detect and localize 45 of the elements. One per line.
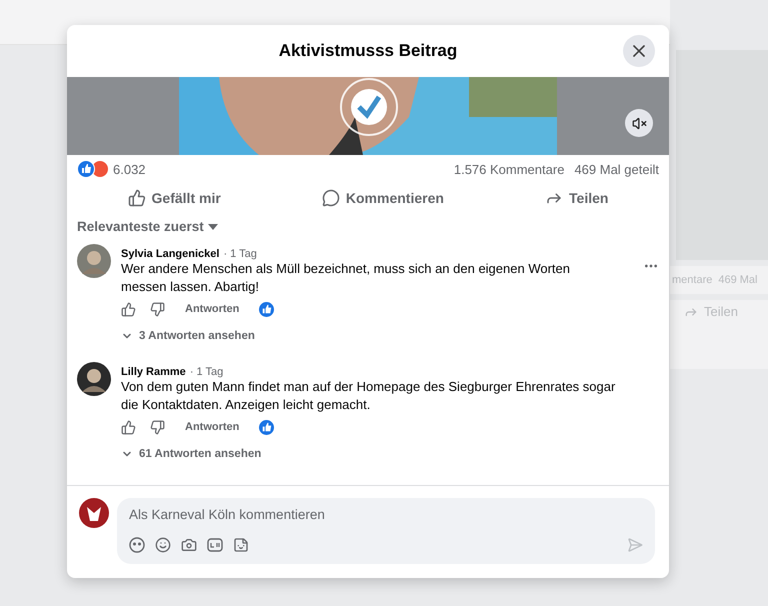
- reply-link[interactable]: Antworten: [179, 421, 246, 433]
- emoji-icon[interactable]: [155, 537, 171, 553]
- reply-link[interactable]: Antworten: [179, 303, 246, 315]
- thumbs-down-icon[interactable]: [150, 302, 165, 316]
- thumbs-up-icon: [128, 189, 146, 207]
- comment-count-text: mentare: [672, 274, 712, 286]
- thumbs-up-icon[interactable]: [121, 302, 136, 316]
- camera-icon[interactable]: [181, 537, 197, 553]
- sort-dropdown[interactable]: Relevanteste zuerst: [77, 213, 218, 240]
- post-action-button[interactable]: Teilen: [535, 185, 618, 211]
- mute-button[interactable]: [625, 109, 653, 137]
- user-avatar: [77, 362, 111, 396]
- thumbs-down-icon[interactable]: [150, 420, 165, 434]
- comment-time: · 1 Tag: [223, 248, 257, 260]
- page-avatar: [79, 498, 109, 528]
- comment-time: · 1 Tag: [190, 366, 224, 378]
- speech-bubble-icon: [322, 189, 340, 207]
- muted-speaker-icon: [632, 116, 646, 130]
- caret-icon: [208, 224, 218, 230]
- like-reaction-icon: [259, 302, 274, 316]
- thumbs-up-icon[interactable]: [121, 420, 136, 434]
- avatar-sticker-icon[interactable]: [129, 537, 145, 553]
- send-icon: [627, 537, 643, 553]
- post-action-button[interactable]: Kommentieren: [312, 185, 454, 211]
- post-action-button[interactable]: Gefällt mir: [118, 185, 231, 211]
- view-replies-link[interactable]: 61 Antworten ansehen: [121, 440, 659, 474]
- reaction-icons: [77, 160, 109, 178]
- view-replies-link[interactable]: 3 Antworten ansehen: [121, 322, 633, 356]
- dialog-title: Aktivistmusss Beitrag: [278, 41, 458, 61]
- comment-input-field[interactable]: Als Karneval Köln kommentieren: [129, 498, 643, 530]
- sticker-icon[interactable]: [233, 537, 249, 553]
- share-label: Teilen: [704, 304, 738, 319]
- close-button[interactable]: [623, 35, 655, 67]
- user-avatar: [77, 244, 111, 278]
- share-count-text: 469 Mal: [718, 274, 758, 286]
- like-reaction-icon: [259, 420, 274, 434]
- comment-count-text: 1.576 Kommentare: [454, 162, 564, 176]
- comment-author[interactable]: Sylvia Langenickel: [121, 248, 220, 260]
- share-count-text: 469 Mal geteilt: [574, 162, 659, 176]
- comment-author[interactable]: Lilly Ramme: [121, 366, 186, 378]
- comment-box[interactable]: Als Karneval Köln kommentieren: [117, 498, 655, 564]
- gif-icon[interactable]: [207, 538, 223, 552]
- comment-text: Von dem guten Mann findet man auf der Homepage des Siegburger Ehrenrates sogar die Kontaktdaten. Anzeigen leicht gemacht.: [121, 378, 616, 414]
- reaction-count: 6.032: [113, 162, 146, 176]
- comment-text: Wer andere Menschen als Müll bezeichnet, muss sich an den eigenen Worten messen lassen. Abartig!: [121, 260, 571, 296]
